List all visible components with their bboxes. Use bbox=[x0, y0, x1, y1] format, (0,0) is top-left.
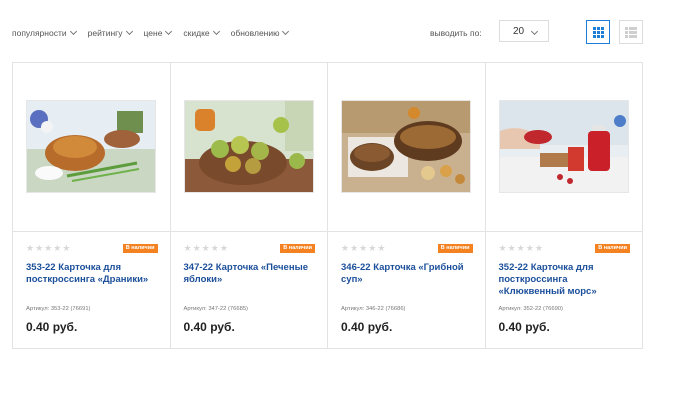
rating-stars: ★ ★ ★ ★ ★ bbox=[341, 244, 386, 253]
star-icon: ★ bbox=[377, 243, 386, 253]
per-page-select[interactable]: 20 bbox=[499, 20, 549, 42]
sort-label: популярности bbox=[12, 28, 67, 38]
product-image[interactable] bbox=[498, 100, 629, 193]
product-image[interactable] bbox=[341, 100, 471, 193]
in-stock-badge: В наличии bbox=[122, 244, 158, 253]
product-title-link[interactable]: 346-22 Карточка «Грибной суп» bbox=[341, 262, 479, 286]
star-icon: ★ bbox=[53, 243, 62, 253]
list-view-button[interactable] bbox=[619, 20, 643, 44]
star-icon: ★ bbox=[35, 243, 44, 253]
rating-stars: ★ ★ ★ ★ ★ bbox=[26, 244, 71, 253]
product-title-link[interactable]: 353-22 Карточка для посткроссинга «Драни… bbox=[26, 262, 164, 286]
sort-rating[interactable]: рейтингу bbox=[87, 27, 133, 38]
star-icon: ★ bbox=[350, 243, 359, 253]
sort-bar: популярности рейтингу цене скидке обновл… bbox=[12, 24, 300, 42]
star-icon: ★ bbox=[534, 243, 543, 253]
chevron-down-icon bbox=[125, 27, 133, 36]
star-icon: ★ bbox=[183, 243, 192, 253]
star-icon: ★ bbox=[192, 243, 201, 253]
divider bbox=[170, 231, 327, 232]
star-icon: ★ bbox=[210, 243, 219, 253]
product-price: 0.40 руб. bbox=[26, 320, 78, 334]
star-icon: ★ bbox=[498, 243, 507, 253]
sort-discount[interactable]: скидке bbox=[183, 27, 220, 38]
rating-stars: ★ ★ ★ ★ ★ bbox=[184, 244, 229, 253]
grid-view-icon bbox=[592, 26, 604, 38]
sort-label: цене bbox=[143, 28, 163, 38]
product-sku: Артикул: 352-22 (76690) bbox=[498, 306, 563, 312]
star-icon: ★ bbox=[525, 243, 534, 253]
product-price: 0.40 руб. bbox=[341, 320, 393, 334]
chevron-down-icon bbox=[212, 27, 220, 36]
chevron-down-icon bbox=[69, 27, 77, 36]
sort-popularity[interactable]: популярности bbox=[12, 27, 77, 38]
star-icon: ★ bbox=[507, 243, 516, 253]
grid-view-button[interactable] bbox=[586, 20, 610, 44]
sort-label: рейтингу bbox=[87, 28, 123, 38]
product-image[interactable] bbox=[183, 100, 314, 193]
star-icon: ★ bbox=[201, 243, 210, 253]
product-sku: Артикул: 347-22 (76685) bbox=[183, 306, 248, 312]
divider bbox=[13, 231, 170, 232]
sort-label: обновлению bbox=[230, 28, 280, 38]
chevron-down-icon bbox=[165, 27, 173, 36]
star-icon: ★ bbox=[516, 243, 525, 253]
product-card: ★ ★ ★ ★ ★ В наличии 347-22 Карточка «Печеные… bbox=[170, 63, 328, 348]
star-icon: ★ bbox=[368, 243, 377, 253]
star-icon: ★ bbox=[62, 243, 71, 253]
in-stock-badge: В наличии bbox=[595, 244, 630, 253]
product-card: ★ ★ ★ ★ ★ В наличии 352-22 Карточка для пост… bbox=[485, 63, 642, 348]
divider bbox=[485, 231, 642, 232]
star-icon: ★ bbox=[359, 243, 368, 253]
per-page-label: выводить по: bbox=[430, 28, 482, 38]
chevron-down-icon bbox=[282, 27, 290, 36]
star-icon: ★ bbox=[219, 243, 228, 253]
star-icon: ★ bbox=[341, 243, 350, 253]
rating-stars: ★ ★ ★ ★ ★ bbox=[499, 244, 544, 253]
divider bbox=[328, 231, 485, 232]
product-sku: Артикул: 346-22 (76686) bbox=[341, 306, 406, 312]
list-view-icon bbox=[625, 26, 637, 38]
per-page-value: 20 bbox=[513, 25, 525, 37]
in-stock-badge: В наличии bbox=[280, 244, 315, 253]
sort-price[interactable]: цене bbox=[143, 27, 173, 38]
product-price: 0.40 руб. bbox=[498, 320, 550, 334]
star-icon: ★ bbox=[44, 243, 53, 253]
chevron-down-icon bbox=[530, 27, 539, 36]
product-title-link[interactable]: 347-22 Карточка «Печеные яблоки» bbox=[184, 262, 322, 286]
product-image[interactable] bbox=[26, 100, 156, 193]
product-grid: ★ ★ ★ ★ ★ В наличии 353-22 Карточка для пост… bbox=[12, 62, 643, 349]
product-price: 0.40 руб. bbox=[183, 320, 235, 334]
product-title-link[interactable]: 352-22 Карточка для посткроссинга «Клюкв… bbox=[499, 262, 637, 298]
product-card: ★ ★ ★ ★ ★ В наличии 353-22 Карточка для пост… bbox=[13, 63, 171, 348]
product-sku: Артикул: 353-22 (76691) bbox=[26, 306, 91, 312]
sort-label: скидке bbox=[183, 28, 210, 38]
product-card: ★ ★ ★ ★ ★ В наличии 346-22 Карточка «Грибной… bbox=[328, 63, 486, 348]
sort-updated[interactable]: обновлению bbox=[230, 27, 290, 38]
in-stock-badge: В наличии bbox=[437, 244, 473, 253]
star-icon: ★ bbox=[26, 243, 35, 253]
